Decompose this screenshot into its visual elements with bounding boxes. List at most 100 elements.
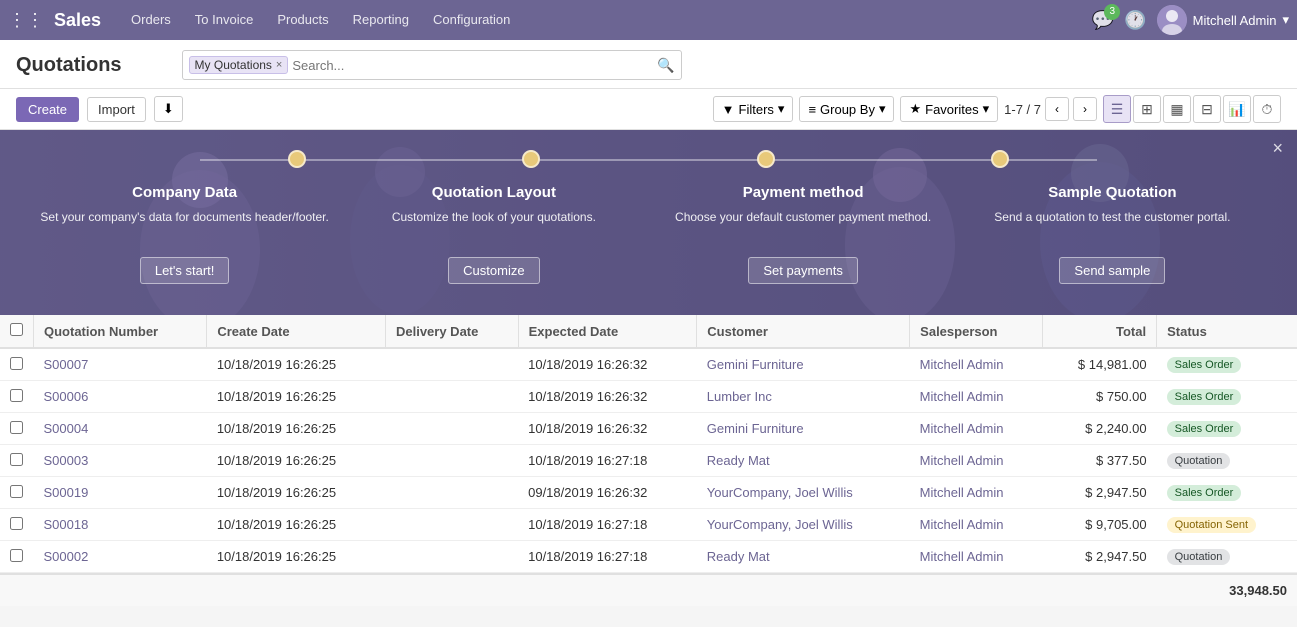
create-date-0: 10/18/2019 16:26:25 [207,348,386,381]
step-4-button[interactable]: Send sample [1059,257,1165,284]
row-checkbox-6[interactable] [10,549,23,562]
quotation-number-3[interactable]: S00003 [34,445,207,477]
create-date-3: 10/18/2019 16:26:25 [207,445,386,477]
table-row: S00004 10/18/2019 16:26:25 10/18/2019 16… [0,413,1297,445]
row-checkbox-2[interactable] [10,421,23,434]
expected-date-3: 10/18/2019 16:27:18 [518,445,697,477]
menu-configuration[interactable]: Configuration [423,0,520,40]
select-all-header[interactable] [0,315,34,348]
quotation-number-6[interactable]: S00002 [34,541,207,573]
grid-icon[interactable]: ⋮⋮ [8,10,44,31]
step-2-button[interactable]: Customize [448,257,539,284]
pagination: 1-7 / 7 ‹ › [1004,97,1097,121]
col-quotation-number[interactable]: Quotation Number [34,315,207,348]
user-menu[interactable]: Mitchell Admin ▾ [1157,5,1289,35]
delivery-date-4 [385,477,518,509]
customer-2[interactable]: Gemini Furniture [697,413,910,445]
col-delivery-date[interactable]: Delivery Date [385,315,518,348]
col-expected-date[interactable]: Expected Date [518,315,697,348]
filters-button[interactable]: ▼ Filters ▾ [713,96,794,122]
create-date-1: 10/18/2019 16:26:25 [207,381,386,413]
step-1-desc: Set your company's data for documents he… [40,209,328,245]
customer-5[interactable]: YourCompany, Joel Willis [697,509,910,541]
search-input[interactable] [292,58,657,73]
menu-orders[interactable]: Orders [121,0,181,40]
col-status[interactable]: Status [1157,315,1297,348]
download-button[interactable]: ⬇ [154,96,183,122]
row-checkbox-5[interactable] [10,517,23,530]
customer-0[interactable]: Gemini Furniture [697,348,910,381]
activity-view-button[interactable]: ⏱ [1253,95,1281,123]
total-0: $ 14,981.00 [1043,348,1157,381]
status-1: Sales Order [1157,381,1297,413]
customer-4[interactable]: YourCompany, Joel Willis [697,477,910,509]
favorites-button[interactable]: ★ Favorites ▾ [900,96,998,122]
search-tag-close[interactable]: × [276,59,282,71]
pivot-view-button[interactable]: ⊟ [1193,95,1221,123]
main-menu: Orders To Invoice Products Reporting Con… [121,0,1092,40]
step-1-button[interactable]: Let's start! [140,257,230,284]
customer-3[interactable]: Ready Mat [697,445,910,477]
row-checkbox-1[interactable] [10,389,23,402]
salesperson-3[interactable]: Mitchell Admin [910,445,1043,477]
quotation-number-5[interactable]: S00018 [34,509,207,541]
select-all-checkbox[interactable] [10,323,23,336]
clock-icon[interactable]: 🕐 [1124,10,1146,31]
customer-6[interactable]: Ready Mat [697,541,910,573]
onboarding-steps: Company Data Set your company's data for… [0,184,1297,284]
messages-badge: 3 [1104,4,1120,20]
menu-reporting[interactable]: Reporting [343,0,419,40]
group-by-icon: ≡ [808,102,816,117]
page-title: Quotations [16,54,122,77]
salesperson-6[interactable]: Mitchell Admin [910,541,1043,573]
col-total[interactable]: Total [1043,315,1157,348]
messages-icon-wrap[interactable]: 💬 3 [1092,10,1114,31]
create-date-2: 10/18/2019 16:26:25 [207,413,386,445]
row-checkbox-0[interactable] [10,357,23,370]
menu-to-invoice[interactable]: To Invoice [185,0,264,40]
col-create-date[interactable]: Create Date [207,315,386,348]
step-3-button[interactable]: Set payments [748,257,858,284]
calendar-view-button[interactable]: ▦ [1163,95,1191,123]
menu-products[interactable]: Products [267,0,338,40]
pagination-text: 1-7 / 7 [1004,102,1041,117]
step-dot-4 [991,150,1009,168]
import-button[interactable]: Import [87,97,146,122]
step-1-title: Company Data [132,184,237,201]
search-icon[interactable]: 🔍 [657,57,674,74]
create-date-6: 10/18/2019 16:26:25 [207,541,386,573]
salesperson-5[interactable]: Mitchell Admin [910,509,1043,541]
create-date-4: 10/18/2019 16:26:25 [207,477,386,509]
next-page-button[interactable]: › [1073,97,1097,121]
onboarding-banner: × Company Data Set your company's data f… [0,130,1297,315]
col-customer[interactable]: Customer [697,315,910,348]
table-row: S00006 10/18/2019 16:26:25 10/18/2019 16… [0,381,1297,413]
graph-view-button[interactable]: 📊 [1223,95,1251,123]
salesperson-0[interactable]: Mitchell Admin [910,348,1043,381]
row-checkbox-3[interactable] [10,453,23,466]
onboarding-close-button[interactable]: × [1272,138,1283,159]
quotation-number-4[interactable]: S00019 [34,477,207,509]
salesperson-4[interactable]: Mitchell Admin [910,477,1043,509]
group-by-button[interactable]: ≡ Group By ▾ [799,96,894,122]
quotation-number-2[interactable]: S00004 [34,413,207,445]
filters-dropdown-icon: ▾ [778,101,785,117]
salesperson-1[interactable]: Mitchell Admin [910,381,1043,413]
step-2-desc: Customize the look of your quotations. [392,209,596,245]
status-6: Quotation [1157,541,1297,573]
quotations-table: Quotation Number Create Date Delivery Da… [0,315,1297,606]
kanban-view-button[interactable]: ⊞ [1133,95,1161,123]
salesperson-2[interactable]: Mitchell Admin [910,413,1043,445]
step-3-title: Payment method [743,184,864,201]
create-date-5: 10/18/2019 16:26:25 [207,509,386,541]
row-checkbox-4[interactable] [10,485,23,498]
create-button[interactable]: Create [16,97,79,122]
onboarding-step-4: Sample Quotation Send a quotation to tes… [958,184,1267,284]
quotation-number-0[interactable]: S00007 [34,348,207,381]
toolbar-right: ▼ Filters ▾ ≡ Group By ▾ ★ Favorites ▾ 1… [713,95,1281,123]
customer-1[interactable]: Lumber Inc [697,381,910,413]
quotation-number-1[interactable]: S00006 [34,381,207,413]
col-salesperson[interactable]: Salesperson [910,315,1043,348]
prev-page-button[interactable]: ‹ [1045,97,1069,121]
list-view-button[interactable]: ☰ [1103,95,1131,123]
